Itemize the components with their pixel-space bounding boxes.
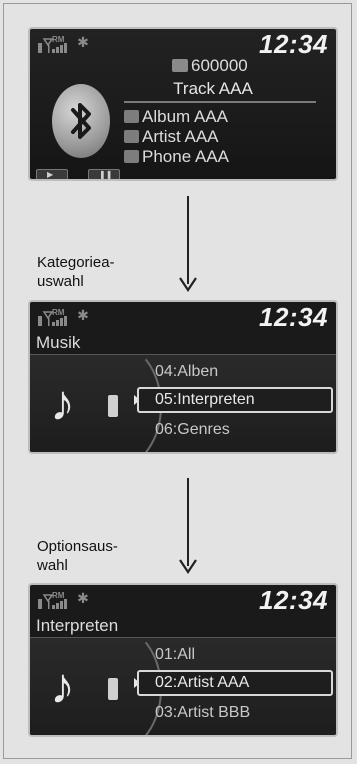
bluetooth-status-icon: ✱ xyxy=(77,307,89,323)
track-number-icon xyxy=(172,59,188,72)
svg-text:RM: RM xyxy=(52,35,65,44)
music-note-graphic: ♪ xyxy=(30,343,162,452)
artist-list-screen: RM ✱ 12:34 Interpreten ♪ 01:All 02:Artis… xyxy=(28,583,338,737)
album-row: Album AAA xyxy=(124,107,228,127)
status-bar: RM ✱ 12:34 xyxy=(30,29,336,59)
svg-text:RM: RM xyxy=(52,591,65,600)
divider xyxy=(124,101,316,103)
track-title: Track AAA xyxy=(173,79,253,98)
pause-icon: ❚❚ xyxy=(99,170,113,179)
artist-icon xyxy=(124,130,139,143)
list-item[interactable]: 03:Artist BBB xyxy=(155,704,250,722)
signal-strength-icon: RM xyxy=(38,591,67,609)
bluetooth-status-icon: ✱ xyxy=(77,34,89,50)
clock: 12:34 xyxy=(259,302,328,332)
list-item[interactable]: 06:Genres xyxy=(155,421,230,439)
artist-row: Artist AAA xyxy=(124,127,219,147)
signal-strength-icon: RM xyxy=(38,308,67,326)
pause-button[interactable]: ❚❚ xyxy=(88,169,120,179)
flow-arrow xyxy=(178,196,198,296)
list-area: ♪ 04:Alben 05:Interpreten 06:Genres xyxy=(30,343,336,452)
clock: 12:34 xyxy=(259,585,328,615)
play-button[interactable]: ▶ xyxy=(36,169,68,179)
album-icon xyxy=(124,110,139,123)
list-item[interactable]: 01:All xyxy=(155,646,195,664)
music-note-icon: ♪ xyxy=(50,375,75,431)
list-area: ♪ 01:All 02:Artist AAA 03:Artist BBB xyxy=(30,626,336,735)
music-category-screen: RM ✱ 12:34 Musik ♪ 04:Alben 05:Interpret… xyxy=(28,300,338,454)
screen-title: Musik xyxy=(36,333,81,352)
bluetooth-status-icon: ✱ xyxy=(77,590,89,606)
list-item-selected[interactable]: 02:Artist AAA xyxy=(137,670,333,696)
status-bar: RM ✱ 12:34 xyxy=(30,302,336,332)
music-note-graphic: ♪ xyxy=(30,626,162,735)
step-caption: Kategoriea- uswahl xyxy=(37,254,115,290)
signal-strength-icon: RM xyxy=(38,35,67,53)
music-note-icon: ♪ xyxy=(50,658,75,714)
flow-arrow xyxy=(178,478,198,578)
phone-icon xyxy=(124,150,139,163)
play-icon: ▶ xyxy=(47,170,54,179)
step-caption: Optionsaus- wahl xyxy=(37,538,118,574)
list-item[interactable]: 04:Alben xyxy=(155,363,218,381)
svg-text:RM: RM xyxy=(52,308,65,317)
clock: 12:34 xyxy=(259,29,328,59)
phone-row: Phone AAA xyxy=(124,147,229,167)
track-number: 600000 xyxy=(172,56,248,76)
bluetooth-audio-screen: RM ✱ 12:34 600000 Track AAA Album AAA Ar… xyxy=(28,27,338,181)
status-bar: RM ✱ 12:34 xyxy=(30,585,336,615)
list-item-selected[interactable]: 05:Interpreten xyxy=(137,387,333,413)
